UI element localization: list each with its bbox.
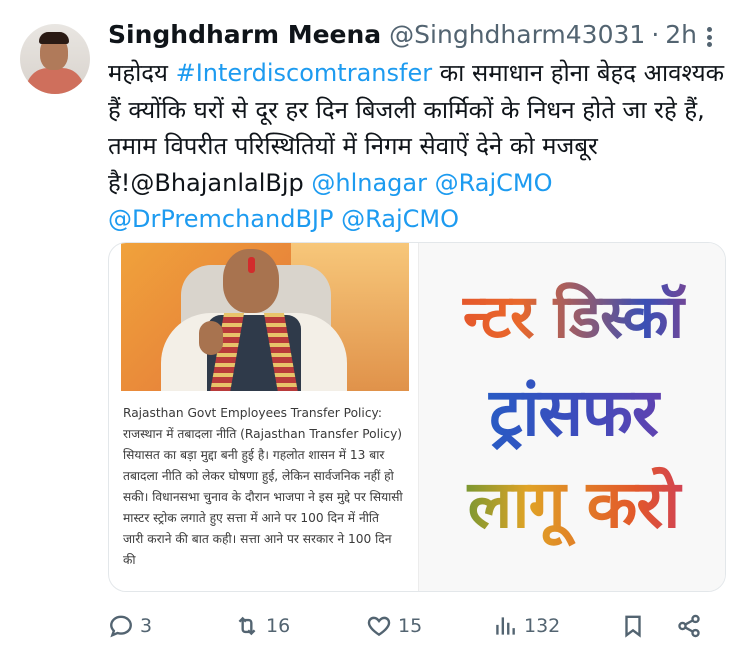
article-photo bbox=[121, 243, 409, 391]
poster-line-1: न्टर डिस्कॉ bbox=[419, 273, 725, 355]
views-icon bbox=[496, 617, 515, 635]
tweet-link[interactable]: @RajCMO bbox=[341, 205, 459, 233]
bookmark-icon bbox=[625, 615, 641, 638]
bookmark-button[interactable] bbox=[620, 606, 646, 646]
avatar[interactable] bbox=[20, 24, 90, 94]
view-count: 132 bbox=[524, 615, 561, 637]
tweet-text-segment bbox=[427, 169, 435, 197]
tweet-link[interactable]: @hlnagar bbox=[311, 169, 427, 197]
reply-count: 3 bbox=[140, 615, 153, 637]
poster-line-3: लागू करो bbox=[419, 457, 725, 547]
author-name[interactable]: Singhdharm Meena bbox=[108, 20, 381, 49]
retweet-icon bbox=[238, 616, 256, 636]
tweet-text-segment: महोदय bbox=[108, 59, 176, 87]
tweet-text-segment bbox=[333, 205, 341, 233]
tweet-header: Singhdharm Meena @Singhdharm43031 · 2h bbox=[108, 14, 697, 54]
like-button[interactable]: 15 bbox=[366, 606, 422, 646]
share-button[interactable] bbox=[676, 606, 702, 646]
retweet-button[interactable]: 16 bbox=[234, 606, 290, 646]
like-icon bbox=[367, 616, 391, 637]
poster-line-2: ट्रांसफर bbox=[419, 365, 725, 455]
article-text: Rajasthan Govt Employees Transfer Policy… bbox=[123, 406, 403, 567]
views-button[interactable]: 132 bbox=[492, 606, 560, 646]
reply-icon bbox=[110, 615, 132, 638]
media-grid[interactable]: Rajasthan Govt Employees Transfer Policy… bbox=[108, 242, 726, 592]
action-bar: 3 16 15 132 bbox=[108, 606, 708, 646]
share-icon bbox=[678, 614, 700, 638]
tweet-link[interactable]: @DrPremchandBJP bbox=[108, 205, 333, 233]
like-count: 15 bbox=[398, 615, 423, 637]
author-handle[interactable]: @Singhdharm43031 bbox=[389, 20, 645, 49]
more-icon[interactable] bbox=[699, 24, 719, 50]
article-image[interactable]: Rajasthan Govt Employees Transfer Policy… bbox=[121, 243, 409, 591]
reply-button[interactable]: 3 bbox=[108, 606, 152, 646]
tweet-text: महोदय #Interdiscomtransfer का समाधान होन… bbox=[108, 55, 728, 238]
retweet-count: 16 bbox=[266, 615, 291, 637]
poster-image[interactable]: न्टर डिस्कॉ ट्रांसफर लागू करो bbox=[418, 243, 725, 591]
tweet-link[interactable]: @RajCMO bbox=[435, 169, 553, 197]
tweet-time[interactable]: 2h bbox=[665, 20, 697, 49]
separator: · bbox=[651, 19, 660, 49]
tweet-link[interactable]: #Interdiscomtransfer bbox=[176, 59, 432, 87]
